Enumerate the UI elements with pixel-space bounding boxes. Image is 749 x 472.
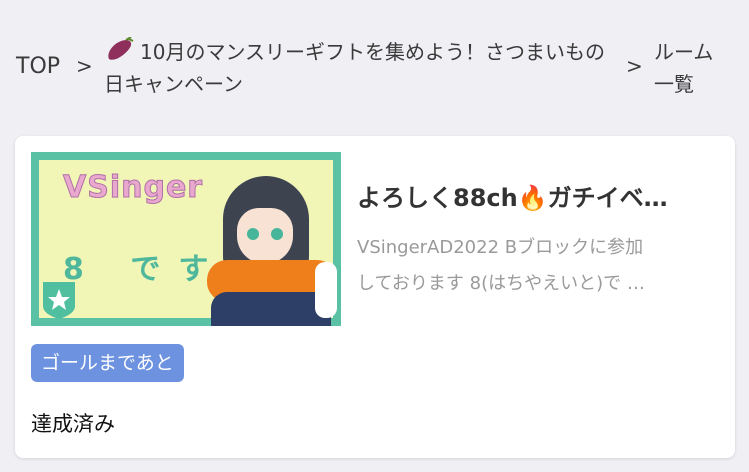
thumbnail-logo: VSinger: [62, 170, 204, 206]
character-body: [211, 292, 331, 326]
room-description-line: VSingerAD2022 Bブロックに参加: [357, 237, 644, 258]
character-eye: [271, 228, 283, 240]
breadcrumb: TOP > 10月のマンスリーギフトを集めよう！さつまいもの日キャンペーン > …: [0, 0, 749, 130]
breadcrumb-separator: >: [76, 54, 93, 78]
room-description: VSingerAD2022 Bブロックに参加 しております 8(はちやえいと)で…: [357, 230, 719, 302]
character-face: [237, 208, 293, 264]
character-eye: [247, 228, 259, 240]
room-description-line: しております 8(はちやえいと)で …: [357, 273, 645, 294]
sweet-potato-icon: [108, 37, 134, 60]
star-icon: [43, 282, 75, 319]
room-thumbnail[interactable]: VSinger 8 です: [31, 152, 341, 326]
bunny-plush: [315, 262, 337, 318]
goal-status-text: 達成済み: [31, 412, 115, 436]
breadcrumb-campaign-label: 10月のマンスリーギフトを集めよう！さつまいもの日キャンペーン: [104, 40, 606, 96]
breadcrumb-separator: >: [626, 54, 643, 78]
breadcrumb-top-link[interactable]: TOP: [16, 54, 60, 79]
room-title[interactable]: よろしく88ch🔥ガチイベ…: [357, 178, 713, 213]
thumbnail-caption: 8 です: [63, 252, 227, 287]
room-card[interactable]: VSinger 8 です よろしく88ch🔥ガチイベ… VSingerAD202…: [15, 136, 735, 458]
breadcrumb-rooms-link[interactable]: ルーム一覧: [654, 36, 724, 100]
goal-remaining-badge: ゴールまであと: [31, 344, 184, 382]
breadcrumb-campaign-link[interactable]: 10月のマンスリーギフトを集めよう！さつまいもの日キャンペーン: [104, 36, 610, 100]
